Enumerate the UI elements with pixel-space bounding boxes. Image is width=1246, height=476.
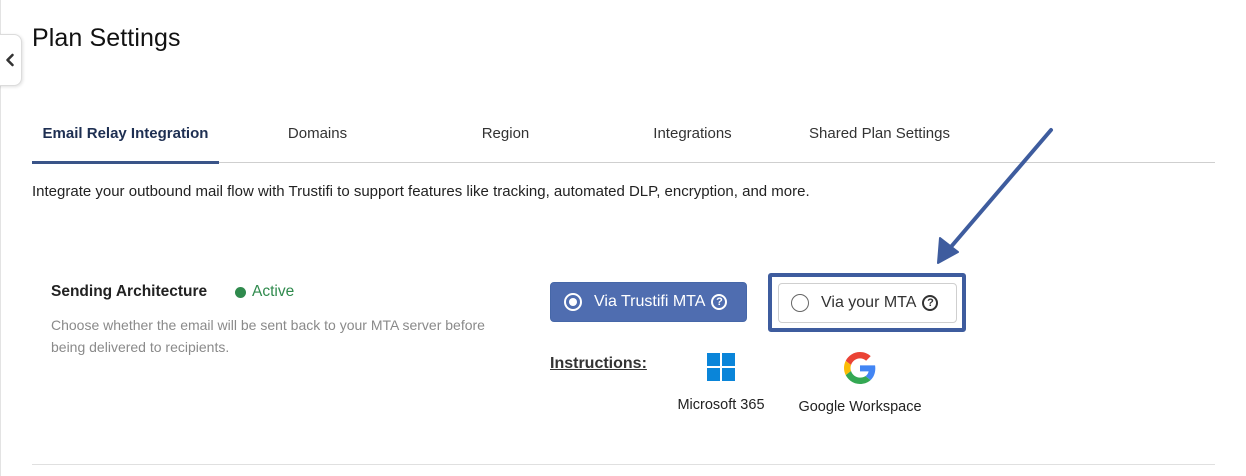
via-your-mta-label: Via your MTA xyxy=(821,294,917,311)
radio-unselected-icon[interactable] xyxy=(791,294,809,312)
intro-text: Integrate your outbound mail flow with T… xyxy=(32,183,810,200)
chevron-left-icon xyxy=(6,53,14,67)
status-label: Active xyxy=(252,283,295,300)
windows-logo-icon xyxy=(707,353,735,381)
page-title: Plan Settings xyxy=(32,24,181,52)
sending-architecture-title: Sending Architecture xyxy=(51,283,208,300)
tab-email-relay-integration[interactable]: Email Relay Integration xyxy=(32,105,219,164)
tab-shared-plan-settings[interactable]: Shared Plan Settings xyxy=(797,105,962,163)
question-circle-icon[interactable]: ? xyxy=(922,295,939,311)
sending-architecture-description: Choose whether the email will be sent ba… xyxy=(51,317,485,355)
via-your-mta-option[interactable]: Via your MTA ? xyxy=(778,283,957,323)
tab-domains[interactable]: Domains xyxy=(250,105,385,163)
section-divider xyxy=(32,464,1215,465)
instructions-label: Instructions: xyxy=(550,355,647,372)
microsoft-365-label: Microsoft 365 xyxy=(677,397,765,413)
annotation-arrow xyxy=(937,128,1053,264)
google-logo-icon xyxy=(844,352,876,384)
via-trustifi-mta-label: Via Trustifi MTA xyxy=(594,293,706,310)
tab-bar: Email Relay Integration Domains Region I… xyxy=(32,105,1215,164)
status-dot-icon xyxy=(235,286,246,298)
tab-integrations[interactable]: Integrations xyxy=(625,105,760,163)
status-badge: Active xyxy=(235,283,294,301)
question-circle-icon[interactable]: ? xyxy=(711,294,728,310)
collapse-sidebar-button[interactable] xyxy=(0,34,22,86)
microsoft-365-link[interactable]: Microsoft 365 xyxy=(668,352,774,413)
google-workspace-label: Google Workspace xyxy=(798,399,922,415)
tab-region[interactable]: Region xyxy=(438,105,573,163)
google-workspace-link[interactable]: Google Workspace xyxy=(790,352,930,415)
via-trustifi-mta-option[interactable]: Via Trustifi MTA ? xyxy=(550,282,747,322)
radio-selected-icon[interactable] xyxy=(564,293,582,311)
